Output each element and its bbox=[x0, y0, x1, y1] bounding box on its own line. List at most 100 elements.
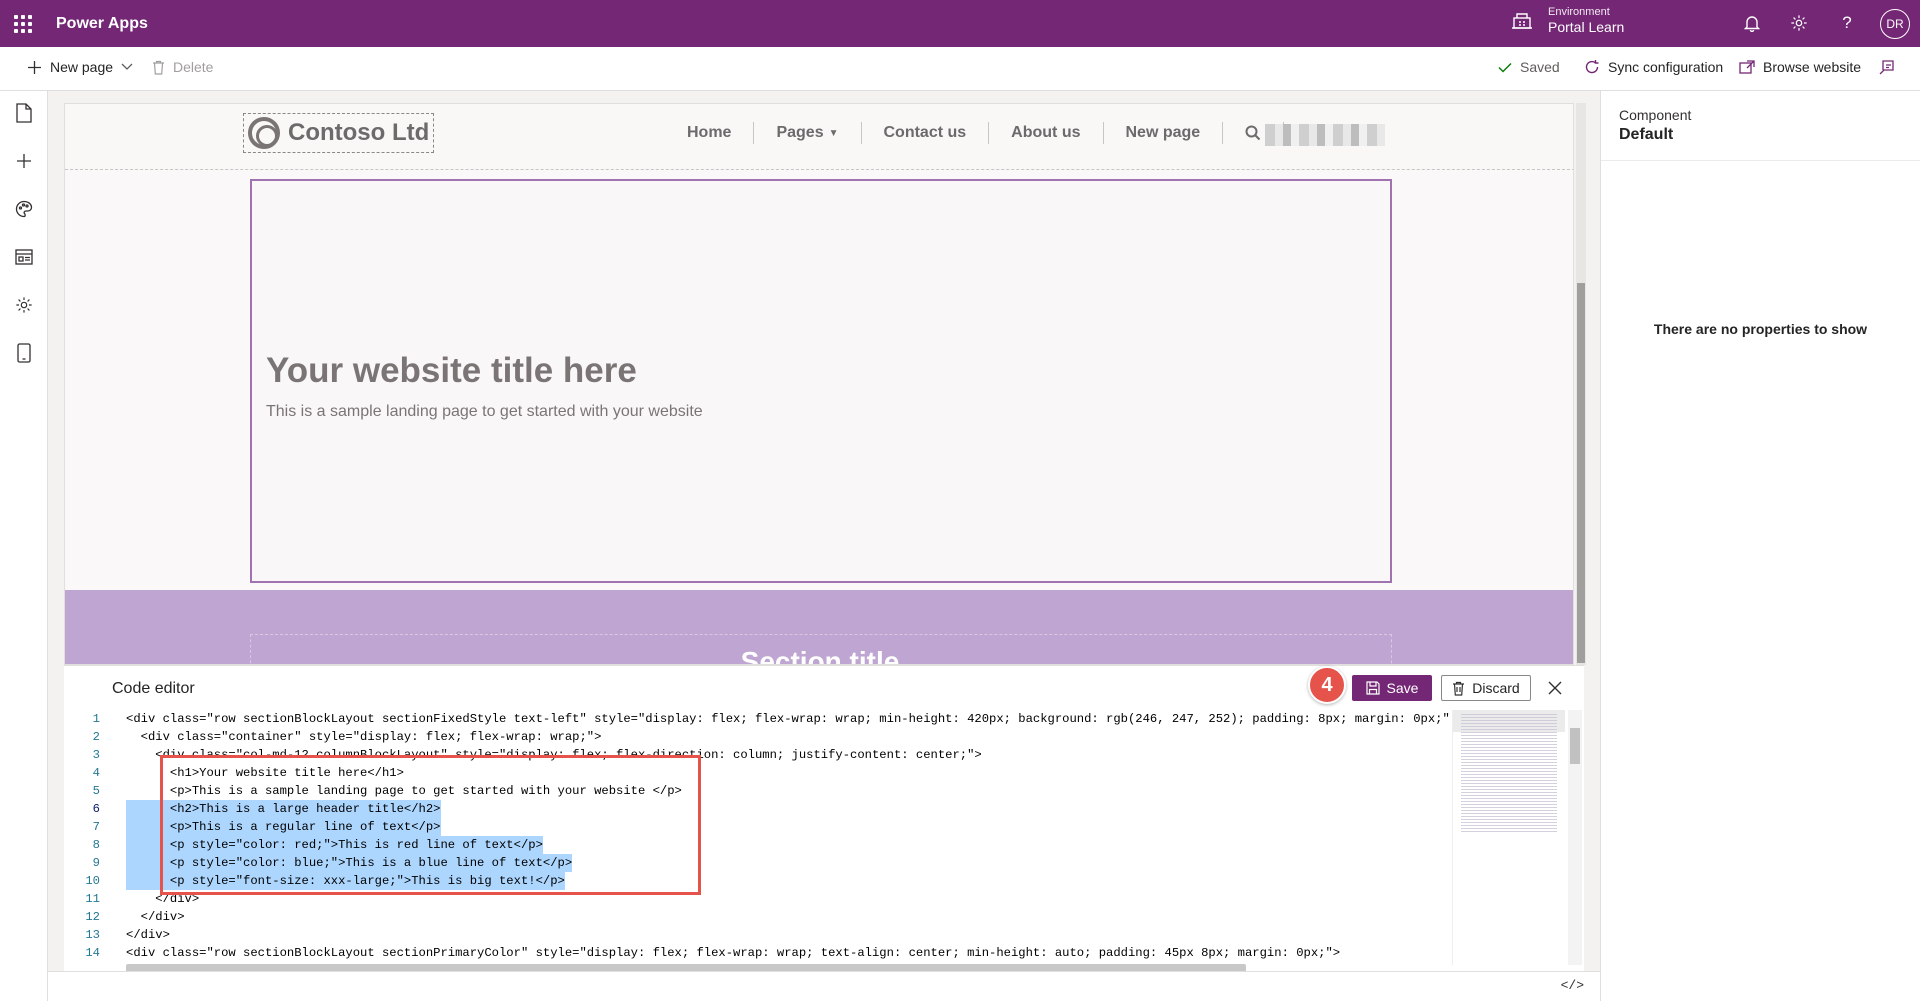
themes-icon[interactable] bbox=[12, 197, 36, 221]
save-label: Save bbox=[1386, 680, 1419, 696]
canvas-scrollbar-thumb[interactable] bbox=[1577, 283, 1585, 663]
line-number: 4 bbox=[92, 766, 100, 780]
site-header[interactable]: Contoso Ltd Home Pages ▼ Contact us About… bbox=[65, 104, 1573, 170]
avatar[interactable]: DR bbox=[1880, 9, 1910, 39]
environment-name: Portal Learn bbox=[1548, 18, 1625, 35]
line-number: 7 bbox=[92, 820, 100, 834]
properties-panel: Component Default There are no propertie… bbox=[1600, 91, 1920, 1001]
sync-configuration-button[interactable]: Sync configuration bbox=[1584, 59, 1723, 75]
component-value: Default bbox=[1619, 126, 1674, 143]
templates-icon[interactable] bbox=[12, 245, 36, 269]
code-view-toggle-icon[interactable]: </> bbox=[1561, 978, 1584, 993]
code-minimap[interactable] bbox=[1452, 710, 1565, 965]
code-line-text: <div class="row sectionBlockLayout secti… bbox=[126, 712, 1449, 726]
help-icon[interactable]: ? bbox=[1836, 12, 1858, 34]
hero-section[interactable]: Your website title here This is a sample… bbox=[250, 179, 1392, 583]
logo-text: Contoso Ltd bbox=[288, 119, 430, 146]
trash-icon bbox=[1452, 681, 1465, 696]
code-line[interactable]: 12 </div> bbox=[64, 908, 1449, 926]
code-vertical-scrollbar-thumb[interactable] bbox=[1570, 728, 1580, 764]
line-number: 2 bbox=[92, 730, 100, 744]
delete-label: Delete bbox=[173, 59, 214, 75]
line-number: 12 bbox=[85, 910, 100, 924]
line-number: 3 bbox=[92, 748, 100, 762]
annotation-highlight-box bbox=[160, 755, 701, 895]
step-badge: 4 bbox=[1308, 666, 1346, 704]
pages-icon[interactable] bbox=[12, 101, 36, 125]
code-line-text: </div> bbox=[126, 910, 185, 924]
bell-icon[interactable] bbox=[1741, 12, 1763, 34]
trash-icon bbox=[152, 60, 165, 75]
plus-icon bbox=[27, 60, 42, 75]
browse-website-button[interactable]: Browse website bbox=[1739, 59, 1861, 75]
canvas-scrollbar[interactable] bbox=[1576, 103, 1586, 665]
left-rail bbox=[0, 91, 48, 1001]
new-page-label: New page bbox=[50, 59, 114, 75]
code-line[interactable]: 13 </div> bbox=[64, 926, 1449, 944]
code-line-text: <div class="row sectionBlockLayout secti… bbox=[126, 946, 1341, 960]
line-number: 6 bbox=[92, 802, 100, 816]
line-number: 13 bbox=[85, 928, 100, 942]
caret-down-icon: ▼ bbox=[828, 127, 839, 139]
code-vertical-scrollbar[interactable] bbox=[1568, 710, 1582, 965]
save-icon bbox=[1365, 681, 1380, 695]
code-line-text: <div class="container" style="display: f… bbox=[126, 730, 602, 744]
top-bar: Power Apps Environment Portal Learn ? DR bbox=[0, 0, 1920, 47]
hero-subtitle: This is a sample landing page to get sta… bbox=[266, 403, 703, 420]
line-number: 5 bbox=[92, 784, 100, 798]
discard-label: Discard bbox=[1472, 680, 1520, 696]
minimap-lines bbox=[1461, 714, 1557, 834]
page-canvas[interactable]: Contoso Ltd Home Pages ▼ Contact us About… bbox=[64, 103, 1574, 665]
properties-header: Component Default bbox=[1601, 91, 1920, 161]
code-editor-title: Code editor bbox=[112, 680, 195, 697]
app-name[interactable]: Power Apps bbox=[56, 15, 148, 33]
sync-icon bbox=[1584, 59, 1600, 75]
line-number: 9 bbox=[92, 856, 100, 870]
mobile-preview-icon[interactable] bbox=[12, 341, 36, 365]
settings-icon[interactable] bbox=[12, 293, 36, 317]
close-icon[interactable] bbox=[1542, 675, 1568, 701]
line-number: 10 bbox=[85, 874, 100, 888]
line-number: 11 bbox=[85, 892, 100, 906]
add-component-icon[interactable] bbox=[12, 149, 36, 173]
code-line[interactable]: 14 <div class="row sectionBlockLayout sec… bbox=[64, 944, 1449, 962]
site-logo[interactable]: Contoso Ltd bbox=[243, 113, 435, 153]
hero-title: Your website title here bbox=[266, 351, 637, 390]
gear-icon[interactable] bbox=[1788, 12, 1810, 34]
nav-item-home[interactable]: Home bbox=[677, 122, 755, 144]
chevron-down-icon bbox=[121, 63, 133, 71]
delete-button[interactable]: Delete bbox=[152, 59, 213, 75]
no-properties-message: There are no properties to show bbox=[1653, 321, 1868, 337]
primary-color-section[interactable]: Section title bbox=[65, 590, 1573, 665]
discard-button[interactable]: Discard bbox=[1441, 675, 1531, 701]
nav-item-contact-us[interactable]: Contact us bbox=[862, 122, 990, 144]
environment-label: Environment bbox=[1548, 6, 1610, 18]
bottom-bar: </> bbox=[48, 971, 1600, 1001]
line-number: 15 bbox=[64, 962, 100, 965]
feedback-icon[interactable] bbox=[1878, 59, 1896, 77]
section-title: Section title bbox=[740, 646, 900, 665]
new-page-button[interactable]: New page bbox=[27, 59, 141, 75]
browse-label: Browse website bbox=[1763, 59, 1862, 75]
line-number: 14 bbox=[85, 946, 100, 960]
saved-status: Saved bbox=[1498, 59, 1560, 75]
redacted-user-name bbox=[1265, 124, 1385, 146]
code-line[interactable]: 1 <div class="row sectionBlockLayout sect… bbox=[64, 710, 1449, 728]
environment-picker[interactable]: Environment Portal Learn bbox=[1510, 6, 1624, 35]
line-number: 8 bbox=[92, 838, 100, 852]
check-icon bbox=[1498, 62, 1512, 73]
sync-label: Sync configuration bbox=[1608, 59, 1724, 75]
nav-item-pages-label: Pages bbox=[776, 124, 824, 141]
environment-icon bbox=[1510, 8, 1534, 32]
external-link-icon bbox=[1739, 60, 1755, 74]
contoso-logo-icon bbox=[248, 117, 280, 149]
nav-item-new-page[interactable]: New page bbox=[1104, 122, 1224, 144]
save-button[interactable]: Save bbox=[1352, 675, 1432, 701]
line-number: 1 bbox=[92, 712, 100, 726]
nav-item-pages[interactable]: Pages ▼ bbox=[754, 122, 862, 144]
app-launcher-icon[interactable] bbox=[0, 0, 46, 47]
command-bar: New page Delete Saved Sync configuration… bbox=[0, 47, 1920, 91]
code-line[interactable]: 2 <div class="container" style="display:… bbox=[64, 728, 1449, 746]
nav-item-about-us[interactable]: About us bbox=[989, 122, 1104, 144]
code-line-text: </div> bbox=[126, 928, 170, 942]
